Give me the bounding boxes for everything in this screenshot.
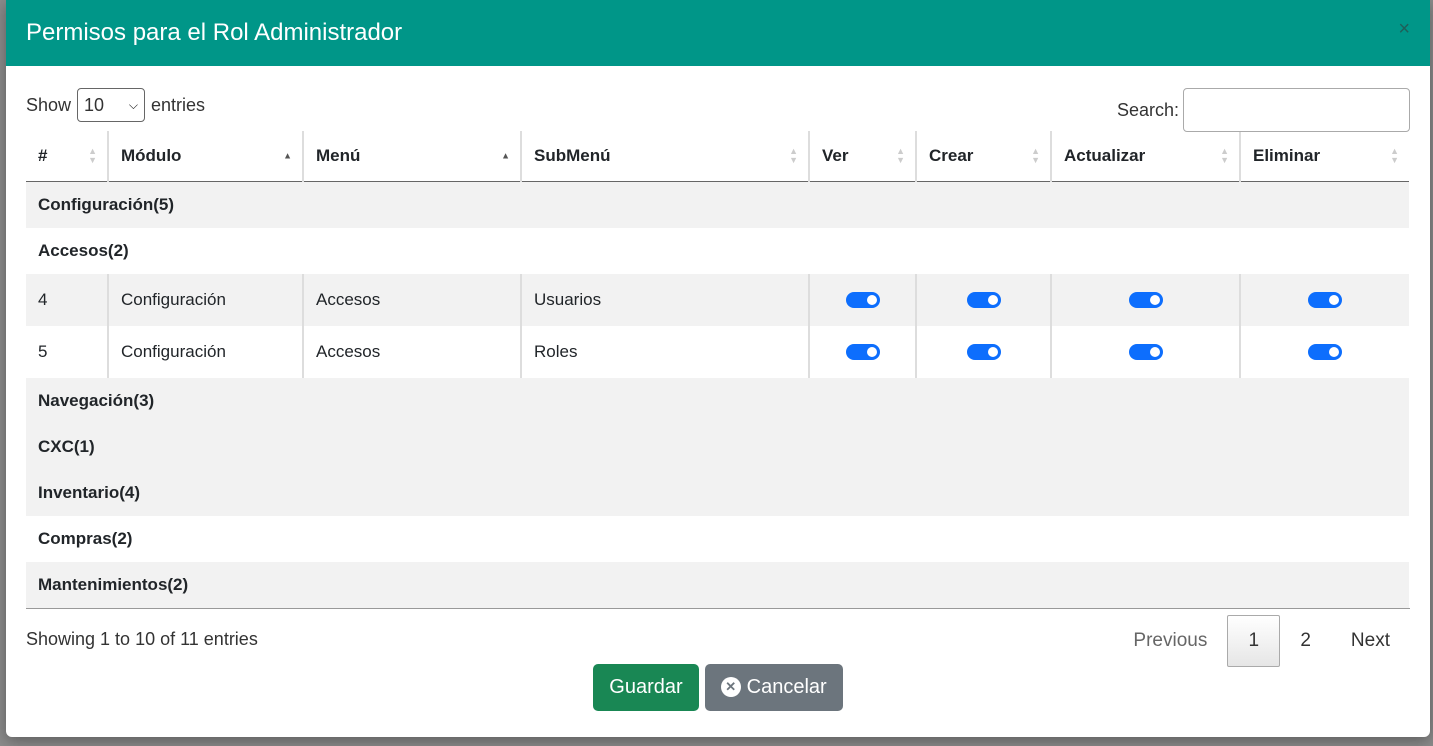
group-row-cxc[interactable]: CXC(1): [26, 423, 1409, 470]
chevron-down-icon: ⌵: [128, 97, 139, 112]
actualizar-toggle[interactable]: [1128, 292, 1163, 309]
group-row-compras[interactable]: Compras(2): [26, 516, 1409, 562]
entries-length-control: Show 10 ⌵ entries: [26, 88, 205, 122]
search-label: Search:: [1116, 99, 1179, 120]
column-header-submenu[interactable]: SubMenú ▲ ▼: [520, 131, 809, 182]
sort-icon: ▲ ▼: [88, 145, 97, 165]
actualizar-toggle[interactable]: [1128, 344, 1163, 361]
sort-icon: ▲ ▼: [1390, 145, 1399, 165]
column-header-crear[interactable]: Crear ▲ ▼: [915, 131, 1051, 182]
column-header-id[interactable]: # ▲ ▼: [26, 131, 108, 182]
pagination-page-1[interactable]: 1: [1227, 614, 1281, 667]
length-prefix: Show: [26, 94, 72, 115]
cell-modulo: Configuración: [107, 325, 303, 378]
sort-icon: ▲ ▼: [896, 145, 905, 165]
permissions-modal: Permisos para el Rol Administrador × Sho…: [6, 0, 1430, 737]
close-icon[interactable]: ×: [1398, 19, 1410, 39]
length-suffix: entries: [151, 94, 206, 115]
column-header-eliminar[interactable]: Eliminar ▲ ▼: [1239, 131, 1409, 182]
pagination-page-2[interactable]: 2: [1280, 615, 1331, 667]
search-control: Search:: [1117, 88, 1410, 132]
table-footer: Showing 1 to 10 of 11 entries Previous 1…: [26, 609, 1410, 667]
group-row-inventario[interactable]: Inventario(4): [26, 469, 1409, 516]
cell-submenu: Roles: [520, 325, 809, 378]
cell-id: 5: [38, 341, 48, 361]
group-row-configuracion[interactable]: Configuración(5): [26, 181, 1409, 228]
entries-info: Showing 1 to 10 of 11 entries: [26, 628, 258, 649]
table-row: 4 Configuración Accesos Usuarios: [26, 273, 1409, 326]
entries-select-value: 10: [84, 94, 105, 115]
eliminar-toggle[interactable]: [1308, 344, 1342, 361]
permissions-table: # ▲ ▼ Módulo ▲ Menú ▲ SubMenú ▲ ▼ Ver ▲ ▼ C…: [26, 131, 1409, 608]
column-header-menu[interactable]: Menú ▲: [302, 131, 521, 182]
entries-select[interactable]: 10 ⌵: [77, 88, 146, 122]
column-header-modulo[interactable]: Módulo ▲: [107, 131, 303, 182]
cell-id: 4: [38, 289, 48, 309]
group-row-navegacion[interactable]: Navegación(3): [26, 377, 1409, 424]
ver-toggle[interactable]: [845, 292, 880, 309]
cell-submenu: Usuarios: [520, 273, 809, 326]
crear-toggle[interactable]: [966, 344, 1001, 361]
sort-asc-icon: ▲: [501, 150, 510, 161]
crear-toggle[interactable]: [966, 292, 1001, 309]
cell-menu: Accesos: [302, 273, 521, 326]
cell-modulo: Configuración: [107, 273, 303, 326]
group-row-mantenimientos[interactable]: Mantenimientos(2): [26, 561, 1409, 608]
table-header-row: # ▲ ▼ Módulo ▲ Menú ▲ SubMenú ▲ ▼ Ver ▲ ▼ C…: [26, 131, 1409, 182]
cancel-button-label: Cancelar: [746, 675, 827, 698]
pagination-previous[interactable]: Previous: [1113, 615, 1227, 667]
eliminar-toggle[interactable]: [1308, 292, 1342, 309]
save-button-label: Guardar: [609, 675, 683, 698]
close-circle-icon: ✕: [720, 677, 741, 697]
sort-icon: ▲ ▼: [789, 145, 798, 165]
modal-body: Show 10 ⌵ entries Search: # ▲ ▼ Módulo ▲…: [6, 66, 1430, 711]
cell-menu: Accesos: [302, 325, 521, 378]
sort-asc-icon: ▲: [283, 150, 292, 161]
pagination: Previous 1 2 Next: [1113, 614, 1410, 667]
pagination-next[interactable]: Next: [1331, 615, 1410, 667]
modal-header: Permisos para el Rol Administrador ×: [6, 0, 1430, 66]
cancel-button[interactable]: ✕ Cancelar: [704, 663, 843, 711]
modal-title: Permisos para el Rol Administrador: [26, 19, 403, 46]
group-row-accesos[interactable]: Accesos(2): [26, 228, 1409, 274]
ver-toggle[interactable]: [845, 344, 880, 361]
column-header-actualizar[interactable]: Actualizar ▲ ▼: [1050, 131, 1240, 182]
sort-icon: ▲ ▼: [1220, 145, 1229, 165]
modal-actions: Guardar ✕ Cancelar: [26, 663, 1410, 711]
save-button[interactable]: Guardar: [593, 663, 699, 711]
table-controls: Show 10 ⌵ entries Search:: [26, 86, 1410, 132]
search-input[interactable]: [1183, 88, 1410, 132]
column-header-ver[interactable]: Ver ▲ ▼: [808, 131, 916, 182]
sort-icon: ▲ ▼: [1031, 145, 1040, 165]
table-row: 5 Configuración Accesos Roles: [26, 325, 1409, 378]
